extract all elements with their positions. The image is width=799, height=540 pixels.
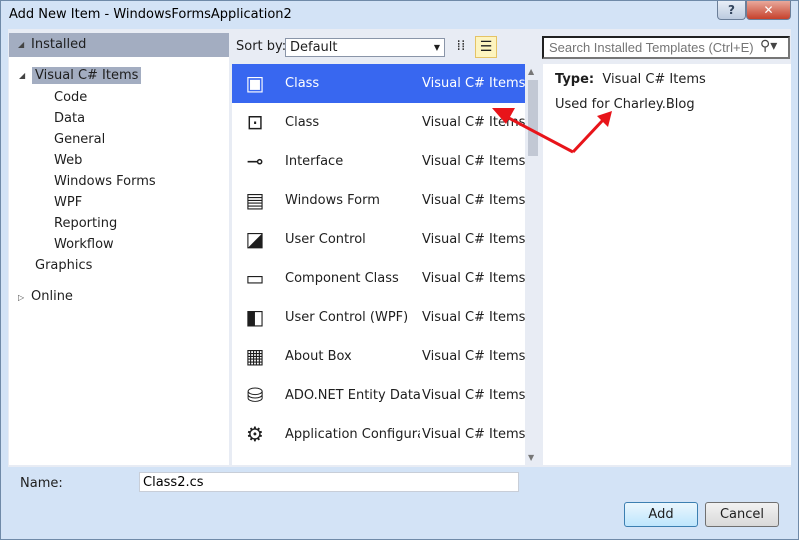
template-name: ADO.NET Entity Data... — [285, 388, 420, 403]
scrollbar-thumb[interactable] — [528, 80, 538, 156]
template-list: ▣ Class Visual C# Items ⊡ Class Visual C# Ite… — [232, 64, 525, 465]
template-category: Visual C# Items — [422, 310, 525, 325]
tree-item-data[interactable]: Data — [54, 111, 85, 126]
template-category: Visual C# Items — [422, 154, 525, 169]
template-row[interactable]: ⚙ Application Configura...Visual C# Items — [232, 415, 525, 454]
tree-item-wpf[interactable]: WPF — [54, 195, 82, 210]
tree-item-reporting[interactable]: Reporting — [54, 216, 117, 231]
close-button[interactable]: ✕ — [746, 1, 791, 20]
template-category: Visual C# Items — [422, 232, 525, 247]
template-icon: ◧ — [245, 305, 265, 329]
template-row[interactable]: ⊡ Class Visual C# Items — [232, 103, 525, 142]
name-label: Name: — [20, 476, 63, 491]
tree-item-workflow[interactable]: Workflow — [54, 237, 114, 252]
template-icon: ⚙ — [246, 422, 264, 446]
template-category: Visual C# Items — [422, 349, 525, 364]
template-name: Interface — [285, 154, 344, 169]
grid-view-button[interactable]: ⁞⁞ — [450, 36, 472, 58]
category-tree: ◢ Visual C# Items Code Data General Web Wind… — [9, 57, 229, 465]
window-title: Add New Item - WindowsFormsApplication2 — [9, 7, 292, 22]
sort-select[interactable]: Default ▼ — [285, 38, 445, 57]
template-row[interactable]: ▭ Component Class Visual C# Items — [232, 259, 525, 298]
template-name: Class — [285, 115, 320, 130]
list-view-button[interactable]: ☰ — [475, 36, 497, 58]
collapse-icon[interactable]: ◢ — [19, 71, 25, 80]
template-icon: ▦ — [245, 344, 265, 368]
template-category: Visual C# Items — [422, 388, 525, 403]
details-panel: Type: Visual C# Items Used for Charley.B… — [543, 64, 791, 465]
tree-installed-header[interactable]: ◢ Installed — [9, 33, 229, 57]
sort-label: Sort by: — [236, 39, 287, 54]
template-icon: ◪ — [245, 227, 265, 251]
template-category: Visual C# Items — [422, 271, 525, 286]
description: Used for Charley.Blog — [555, 97, 695, 112]
tree-item-graphics[interactable]: Graphics — [35, 258, 92, 273]
type-label: Type: — [555, 72, 595, 87]
template-row[interactable]: ▣ Class Visual C# Items — [232, 64, 525, 103]
chevron-down-icon: ▼ — [433, 43, 440, 52]
template-category: Visual C# Items — [422, 76, 525, 91]
template-row[interactable]: ▤ Windows Form Visual C# Items — [232, 181, 525, 220]
template-category: Visual C# Items — [422, 427, 525, 442]
template-category: Visual C# Items — [422, 115, 525, 130]
template-row[interactable]: ◪ User Control Visual C# Items — [232, 220, 525, 259]
tree-item-visual-cs[interactable]: Visual C# Items — [32, 67, 142, 84]
template-icon: ▤ — [245, 188, 265, 212]
search-input[interactable] — [542, 36, 790, 59]
template-name: About Box — [285, 349, 352, 364]
expand-icon[interactable]: ▷ — [18, 293, 24, 302]
list-scrollbar[interactable]: ▲ ▼ — [525, 64, 541, 465]
collapse-icon: ◢ — [18, 40, 25, 49]
sort-value: Default — [290, 40, 338, 55]
template-row[interactable]: ⊸ Interface Visual C# Items — [232, 142, 525, 181]
tree-item-windows-forms[interactable]: Windows Forms — [54, 174, 156, 189]
type-value: Visual C# Items — [602, 72, 706, 87]
template-icon: ⊸ — [246, 149, 264, 173]
template-row[interactable]: ▦ About Box Visual C# Items — [232, 337, 525, 376]
template-name: Class — [285, 76, 320, 91]
tree-item-web[interactable]: Web — [54, 153, 82, 168]
tree-item-code[interactable]: Code — [54, 90, 87, 105]
template-row[interactable]: ⛁ ADO.NET Entity Data... Visual C# Items — [232, 376, 525, 415]
grid-icon: ⁞⁞ — [456, 38, 466, 54]
cancel-button[interactable]: Cancel — [705, 502, 779, 527]
search-icon[interactable]: ⚲▾ — [760, 38, 777, 54]
template-name: User Control — [285, 232, 366, 247]
template-name: Application Configura... — [285, 427, 420, 442]
template-row[interactable]: ◧ User Control (WPF) Visual C# Items — [232, 298, 525, 337]
tree-item-online[interactable]: Online — [31, 289, 73, 304]
template-icon: ▭ — [245, 266, 265, 290]
add-button[interactable]: Add — [624, 502, 698, 527]
tree-item-general[interactable]: General — [54, 132, 105, 147]
help-button[interactable]: ? — [717, 1, 746, 20]
template-name: Component Class — [285, 271, 399, 286]
template-name: User Control (WPF) — [285, 310, 409, 325]
template-category: Visual C# Items — [422, 193, 525, 208]
template-icon: ▣ — [245, 71, 265, 95]
name-input[interactable] — [139, 472, 519, 492]
template-name: Windows Form — [285, 193, 380, 208]
template-icon: ⛁ — [246, 383, 264, 407]
list-icon: ☰ — [479, 39, 493, 55]
template-icon: ⊡ — [246, 110, 264, 134]
installed-label: Installed — [31, 37, 87, 52]
